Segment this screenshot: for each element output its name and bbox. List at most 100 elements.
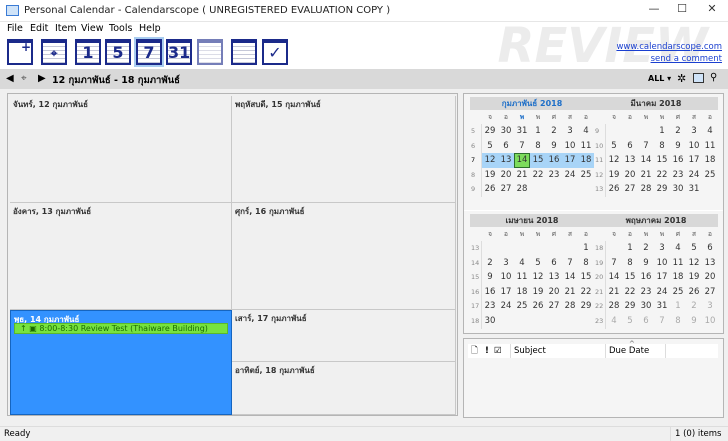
week-number[interactable]: 5 [470,124,482,139]
date-cell[interactable]: 15 [622,270,638,285]
date-cell[interactable]: 16 [482,285,498,300]
day-cell-saturday[interactable]: เสาร์, 17 กุมภาพันธ์ [232,310,456,362]
date-cell[interactable]: 3 [686,124,702,139]
date-cell[interactable]: 22 [654,168,670,183]
date-cell[interactable]: 18 [702,153,718,168]
date-cell[interactable]: 28 [638,182,654,197]
date-cell[interactable]: 8 [670,314,686,329]
week-number[interactable]: 16 [470,284,482,300]
date-cell[interactable]: 4 [578,124,594,139]
date-cell[interactable]: 1 [578,241,594,256]
date-cell[interactable]: 3 [654,241,670,256]
date-cell[interactable]: 11 [702,139,718,154]
date-cell[interactable]: 17 [498,285,514,300]
tasks-view-button[interactable]: ✓ [262,39,288,65]
today-date-cell[interactable]: 14 [514,153,530,168]
date-cell[interactable]: 7 [514,139,530,154]
date-cell[interactable]: 15 [530,153,546,168]
date-cell[interactable]: 1 [654,124,670,139]
date-cell[interactable]: 10 [686,139,702,154]
priority-icon[interactable]: ! [485,344,489,358]
date-cell[interactable]: 25 [514,299,530,314]
week-number[interactable]: 8 [470,167,482,183]
date-cell[interactable]: 7 [654,314,670,329]
date-cell[interactable]: 13 [622,153,638,168]
week-number[interactable]: 15 [470,270,482,285]
date-cell[interactable]: 15 [654,153,670,168]
date-cell[interactable]: 23 [670,168,686,183]
date-cell[interactable]: 24 [686,168,702,183]
week-number[interactable]: 17 [470,299,482,314]
date-cell[interactable]: 5 [530,256,546,271]
week-number[interactable]: 9 [594,124,606,139]
date-cell[interactable]: 16 [546,153,562,168]
new-task-icon[interactable]: 🗋 [471,344,478,358]
date-cell[interactable]: 2 [686,299,702,314]
date-cell[interactable]: 4 [606,314,622,329]
week-number[interactable]: 21 [594,284,606,300]
date-cell[interactable]: 19 [686,270,702,285]
week-number[interactable]: 20 [594,270,606,285]
column-subject[interactable]: Subject [510,344,605,358]
today-icon[interactable]: ⌖ [21,73,27,84]
day-cell-monday[interactable]: จันทร์, 12 กุมภาพันธ์ [10,96,232,203]
date-cell[interactable]: 22 [578,285,594,300]
day-cell-tuesday[interactable]: อังคาร, 13 กุมภาพันธ์ [10,203,232,310]
date-cell[interactable]: 24 [498,299,514,314]
date-cell[interactable]: 2 [482,256,498,271]
preview-pane-icon[interactable] [693,73,704,83]
date-cell[interactable]: 2 [670,124,686,139]
date-cell[interactable]: 28 [514,182,530,197]
week-number[interactable]: 6 [470,138,482,154]
next-arrow-icon[interactable]: ▶ [38,73,46,84]
maximize-button[interactable]: ☐ [668,2,696,18]
week-view-button[interactable]: 7 [134,37,164,67]
date-cell[interactable]: 19 [482,168,498,183]
date-cell[interactable]: 7 [562,256,578,271]
date-cell[interactable]: 19 [530,285,546,300]
date-cell[interactable]: 26 [482,182,498,197]
date-cell[interactable]: 7 [638,139,654,154]
date-cell[interactable]: 30 [482,314,498,329]
date-cell[interactable]: 19 [606,168,622,183]
date-cell[interactable]: 5 [482,139,498,154]
date-cell[interactable]: 31 [654,299,670,314]
date-cell[interactable]: 17 [654,270,670,285]
day-view-button[interactable]: 1 [75,39,101,65]
date-cell[interactable]: 11 [514,270,530,285]
day-cell-sunday[interactable]: อาทิตย์, 18 กุมภาพันธ์ [232,362,456,415]
date-cell[interactable]: 27 [546,299,562,314]
date-cell[interactable]: 3 [562,124,578,139]
date-cell[interactable]: 21 [606,285,622,300]
date-cell[interactable]: 2 [638,241,654,256]
go-today-button[interactable]: ⌖ [41,39,67,65]
date-cell[interactable]: 8 [654,139,670,154]
date-cell[interactable]: 24 [562,168,578,183]
date-cell[interactable]: 9 [638,256,654,271]
menu-view[interactable]: View [81,23,104,34]
date-cell[interactable]: 5 [622,314,638,329]
date-cell[interactable]: 16 [638,270,654,285]
date-cell[interactable]: 13 [498,153,514,168]
date-cell[interactable]: 21 [638,168,654,183]
date-cell[interactable]: 24 [654,285,670,300]
date-cell[interactable]: 6 [622,139,638,154]
date-cell[interactable]: 30 [670,182,686,197]
filter-dropdown[interactable]: ALL ▾ [648,74,671,83]
week-number[interactable]: 22 [594,299,606,314]
date-cell[interactable]: 17 [562,153,578,168]
date-cell[interactable]: 8 [622,256,638,271]
minimize-button[interactable]: — [640,2,668,18]
menu-file[interactable]: File [7,23,23,34]
date-cell[interactable]: 6 [546,256,562,271]
date-cell[interactable]: 29 [482,124,498,139]
date-cell[interactable]: 10 [562,139,578,154]
date-cell[interactable]: 6 [498,139,514,154]
date-cell[interactable]: 1 [622,241,638,256]
date-cell[interactable]: 28 [562,299,578,314]
send-comment-link[interactable]: send a comment [616,53,722,65]
week-number[interactable]: 18 [594,241,606,256]
date-cell[interactable]: 17 [686,153,702,168]
date-cell[interactable]: 14 [562,270,578,285]
date-cell[interactable]: 11 [578,139,594,154]
